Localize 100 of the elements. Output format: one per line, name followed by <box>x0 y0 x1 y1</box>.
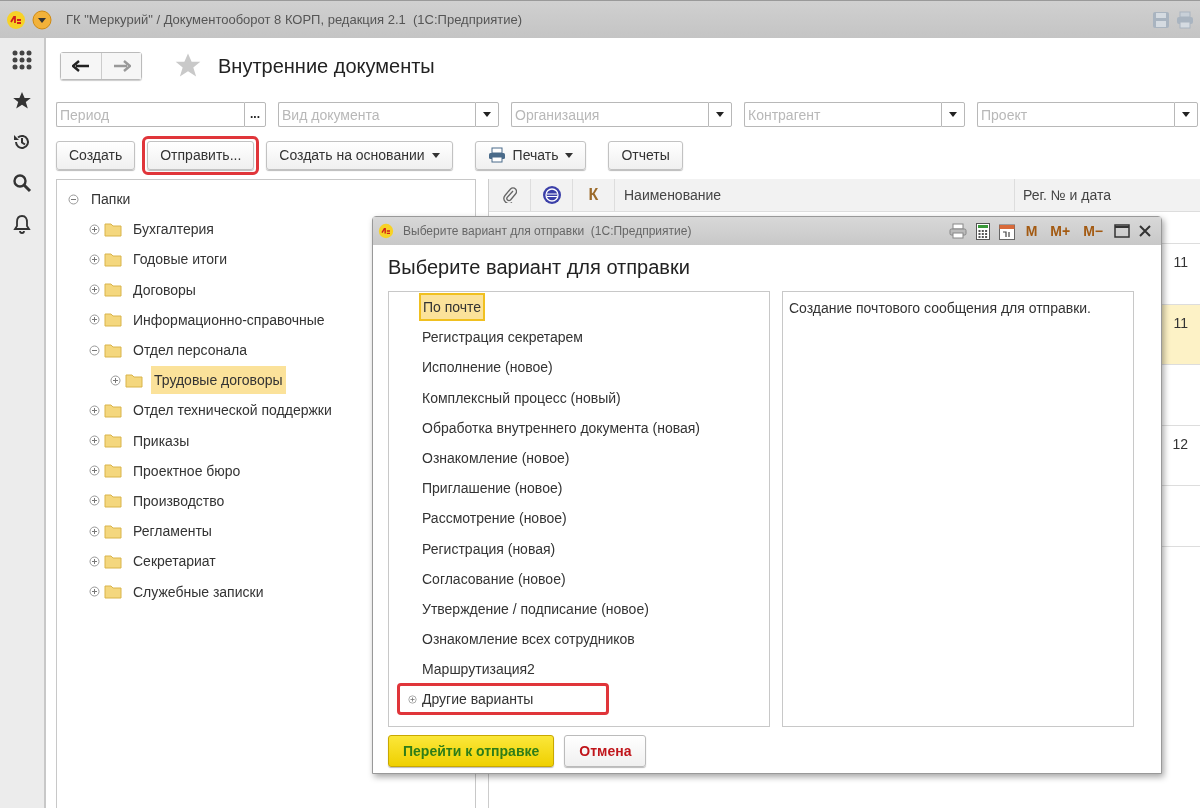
app-logo-icon <box>6 9 26 30</box>
close-icon[interactable] <box>1139 225 1151 237</box>
toolbar-button[interactable]: Отчеты <box>608 140 683 170</box>
option-item[interactable]: Исполнение (новое) <box>419 356 556 379</box>
expand-icon[interactable] <box>89 284 100 296</box>
option-item[interactable]: Согласование (новое) <box>419 567 569 590</box>
folder-icon <box>104 493 122 509</box>
dropdown-button[interactable] <box>941 102 965 127</box>
folder-item[interactable]: Производство <box>130 488 228 513</box>
expand-icon[interactable] <box>89 525 100 537</box>
folder-icon <box>104 463 122 479</box>
option-item[interactable]: Ознакомление всех сотрудников <box>419 628 638 651</box>
option-item[interactable]: Рассмотрение (новое) <box>419 507 570 530</box>
dialog-heading: Выберите вариант для отправки <box>388 256 691 279</box>
caret-icon <box>1182 112 1190 117</box>
folder-item[interactable]: Отдел технической поддержки <box>130 398 335 423</box>
cancel-button[interactable]: Отмена <box>564 735 647 767</box>
folder-icon <box>104 312 122 328</box>
notifications-icon[interactable] <box>12 214 32 234</box>
folder-item[interactable]: Отдел персонала <box>130 338 250 363</box>
caret-icon <box>483 112 491 117</box>
option-item[interactable]: По почте <box>419 293 486 322</box>
expand-icon[interactable] <box>89 404 100 416</box>
folder-icon <box>104 342 122 358</box>
caret-icon <box>716 112 724 117</box>
folder-root[interactable]: Папки <box>88 187 134 212</box>
expand-icon[interactable] <box>89 253 100 265</box>
option-item[interactable]: Регистрация (новая) <box>419 537 559 560</box>
option-item[interactable]: Утверждение / подписание (новое) <box>419 597 652 620</box>
option-item[interactable]: Ознакомление (новое) <box>419 447 573 470</box>
dropdown-button[interactable] <box>708 102 732 127</box>
description-text: Создание почтового сообщения для отправки. <box>789 300 1091 316</box>
table-cell: 11 <box>1173 254 1188 270</box>
expand-icon[interactable] <box>110 374 121 386</box>
expand-icon[interactable] <box>89 314 100 326</box>
folder-item[interactable]: Договоры <box>130 277 199 302</box>
table-cell: 11 <box>1173 314 1188 331</box>
folder-icon <box>104 402 122 418</box>
search-icon[interactable] <box>12 173 32 193</box>
choose-button[interactable]: ... <box>244 102 266 127</box>
caret-icon <box>949 112 957 117</box>
expand-icon[interactable] <box>89 586 100 598</box>
apps-grid-icon[interactable] <box>12 50 32 70</box>
option-item[interactable]: Обработка внутреннего документа (новая) <box>419 416 704 439</box>
column-header[interactable]: К <box>573 179 615 211</box>
print-button[interactable]: Печать <box>474 140 587 170</box>
history-icon[interactable] <box>12 132 32 152</box>
dropdown-button[interactable] <box>1174 102 1198 127</box>
back-button[interactable] <box>61 53 101 79</box>
expand-icon[interactable] <box>89 465 100 477</box>
maximize-icon[interactable] <box>1114 224 1130 238</box>
filter-field[interactable]: Проект <box>977 102 1174 127</box>
submit-button[interactable]: Перейти к отправке <box>388 735 555 767</box>
folder-icon <box>104 584 122 600</box>
folder-item[interactable]: Трудовые договоры <box>151 366 286 395</box>
option-item[interactable]: Комплексный процесс (новый) <box>419 386 624 409</box>
dropdown-button[interactable]: Создать на основании <box>266 140 453 170</box>
folder-icon <box>104 251 122 267</box>
filter-field[interactable]: Организация <box>511 102 708 127</box>
calendar-icon[interactable] <box>998 222 1015 240</box>
option-item[interactable]: Другие варианты <box>419 688 537 711</box>
column-header[interactable]: Наименование <box>615 179 1015 211</box>
folder-item[interactable]: Годовые итоги <box>130 247 231 272</box>
folder-item[interactable]: Бухгалтерия <box>130 217 217 242</box>
window-title: ГК "Меркурий" / Документооборот 8 КОРП, редакция 2.1 (1С:Предприятие) <box>66 12 523 27</box>
option-item[interactable]: Маршрутизация2 <box>419 658 538 681</box>
expand-icon[interactable] <box>89 435 100 447</box>
toolbar-button[interactable]: Создать <box>56 140 136 170</box>
arrow-left-icon <box>72 60 90 72</box>
dropdown-button[interactable] <box>475 102 499 127</box>
filter-field[interactable]: Контрагент <box>744 102 941 127</box>
expand-icon[interactable] <box>89 495 100 507</box>
expand-icon[interactable] <box>89 223 100 235</box>
seal-icon <box>541 185 562 205</box>
toolbar-button[interactable]: Отправить... <box>147 140 255 170</box>
app-logo-icon <box>378 223 394 239</box>
favorites-icon[interactable] <box>12 91 32 111</box>
folder-icon <box>104 282 122 298</box>
folder-item[interactable]: Проектное бюро <box>130 458 244 483</box>
calculator-icon[interactable] <box>975 222 990 240</box>
folder-item[interactable]: Регламенты <box>130 519 215 544</box>
table-cell: 12 <box>1172 435 1188 452</box>
folder-item[interactable]: Служебные записки <box>130 579 267 604</box>
expand-icon[interactable] <box>408 694 417 704</box>
option-item[interactable]: Приглашение (новое) <box>419 477 566 500</box>
filter-field[interactable]: Вид документа <box>278 102 475 127</box>
collapse-icon[interactable] <box>89 344 100 356</box>
main-menu-icon[interactable] <box>32 9 52 30</box>
print-icon[interactable] <box>948 223 967 239</box>
folder-icon <box>104 523 122 539</box>
folder-item[interactable]: Приказы <box>130 428 193 453</box>
paperclip-icon <box>502 187 517 203</box>
folder-item[interactable]: Информационно-справочные <box>130 307 328 332</box>
filter-field[interactable]: Период <box>56 102 244 127</box>
dropdown-icon <box>431 152 440 158</box>
option-item[interactable]: Регистрация секретарем <box>419 326 586 349</box>
column-header[interactable]: Рег. № и дата <box>1015 179 1200 211</box>
expand-icon[interactable] <box>89 555 100 567</box>
collapse-icon[interactable] <box>68 193 79 205</box>
folder-item[interactable]: Секретариат <box>130 549 219 574</box>
